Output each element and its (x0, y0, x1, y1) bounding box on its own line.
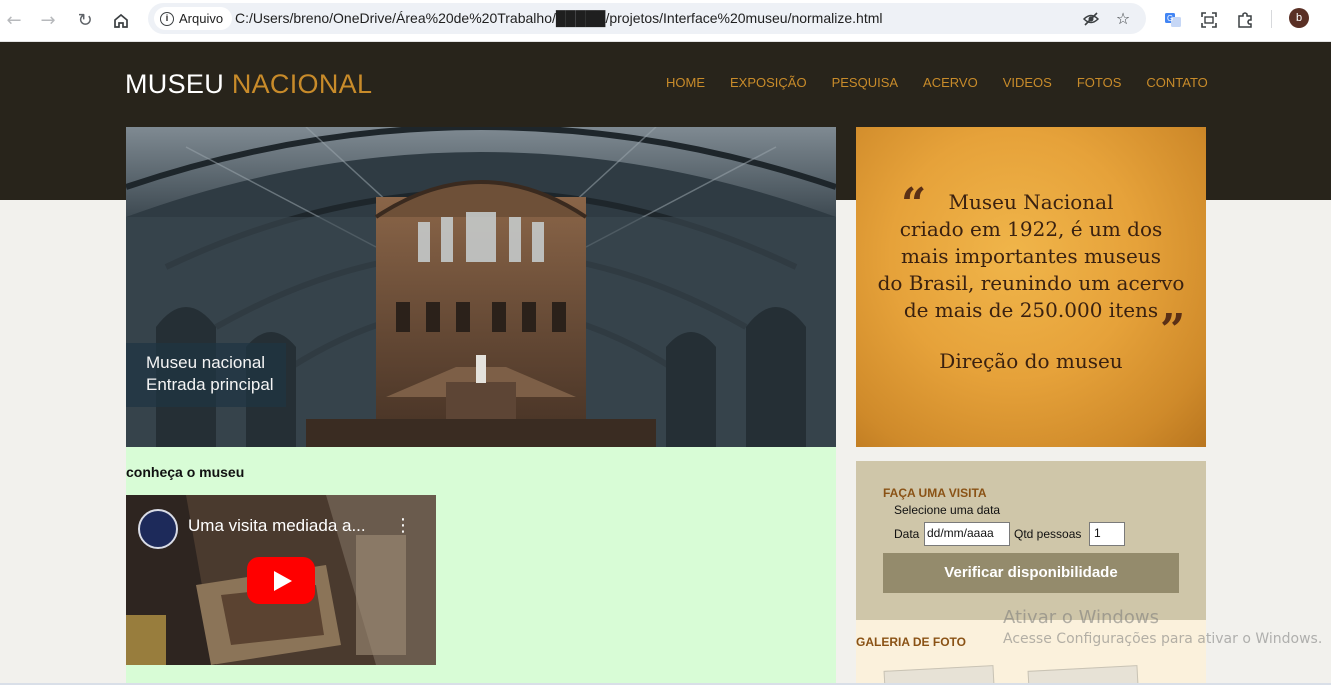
date-input[interactable]: dd/mm/aaaa (924, 522, 1010, 546)
browser-toolbar: ← → ↻ i Arquivo C:/Users/breno/OneDrive/… (0, 0, 1331, 42)
forward-icon[interactable]: → (36, 9, 60, 33)
quote-author: Direção do museu (939, 349, 1123, 373)
logo-part-nacional: NACIONAL (231, 69, 373, 99)
video-title[interactable]: Uma visita mediada a... (188, 516, 366, 536)
hero-caption-line1: Museu nacional (146, 353, 266, 372)
back-icon[interactable]: ← (2, 9, 26, 33)
more-options-icon[interactable]: ⋮ (394, 517, 412, 535)
info-icon: i (160, 11, 174, 26)
quote-line: do Brasil, reunindo um acervo (877, 271, 1185, 295)
quantity-label: Qtd pessoas (1014, 527, 1082, 541)
main-menu: HOME EXPOSIÇÃO PESQUISA ACERVO VIDEOS FO… (666, 75, 1233, 90)
site-info-label: Arquivo (179, 11, 224, 26)
visit-title: FAÇA UMA VISITA (883, 486, 987, 500)
extensions-icon[interactable] (1233, 8, 1257, 32)
site-logo[interactable]: MUSEU NACIONAL (125, 69, 372, 100)
video-embed[interactable]: Uma visita mediada a... ⋮ (126, 495, 436, 665)
menu-acervo[interactable]: ACERVO (923, 75, 978, 90)
translate-icon[interactable]: G (1161, 8, 1185, 32)
svg-text:G: G (1167, 14, 1173, 23)
hero-caption-line2: Entrada principal (146, 375, 274, 394)
watermark-subtitle: Acesse Configurações para ativar o Windo… (1003, 631, 1323, 647)
quote-line: criado em 1922, é um dos (899, 217, 1163, 241)
menu-videos[interactable]: VIDEOS (1003, 75, 1052, 90)
home-icon[interactable] (109, 9, 133, 33)
menu-exposicao[interactable]: EXPOSIÇÃO (730, 75, 807, 90)
menu-contato[interactable]: CONTATO (1146, 75, 1207, 90)
channel-logo[interactable] (138, 509, 178, 549)
quote-line: Museu Nacional (948, 190, 1114, 214)
menu-pesquisa[interactable]: PESQUISA (832, 75, 898, 90)
quote-line: de mais de 250.000 itens (903, 298, 1159, 322)
quote-box: “ Museu Nacional criado em 1922, é um do… (856, 127, 1206, 447)
gallery-title: GALERIA DE FOTO (856, 635, 967, 649)
section-title: conheça o museu (126, 464, 245, 480)
windows-activation-watermark: Ativar o Windows Acesse Configurações pa… (1003, 607, 1322, 647)
logo-part-museu: MUSEU (125, 69, 225, 99)
check-availability-button[interactable]: Verificar disponibilidade (883, 553, 1179, 593)
bookmark-star-icon[interactable]: ☆ (1112, 8, 1134, 30)
screenshot-icon[interactable] (1197, 8, 1221, 32)
menu-fotos[interactable]: FOTOS (1077, 75, 1122, 90)
hero-image: Museu nacional Entrada principal (126, 127, 836, 447)
reload-icon[interactable]: ↻ (73, 9, 97, 33)
toolbar-divider (1271, 10, 1272, 28)
site-info-chip[interactable]: i Arquivo (154, 7, 233, 30)
date-label: Data (894, 527, 920, 541)
visit-form: FAÇA UMA VISITA Selecione uma data Data … (856, 461, 1206, 620)
quote-text: Museu Nacional criado em 1922, é um dos … (856, 189, 1206, 324)
main-content: conheça o museu Uma visita mediada a... … (126, 447, 836, 685)
watermark-title: Ativar o Windows (1003, 607, 1159, 628)
hero-caption: Museu nacional Entrada principal (126, 343, 286, 407)
profile-avatar[interactable]: b (1289, 8, 1309, 28)
address-bar[interactable]: i Arquivo C:/Users/breno/OneDrive/Área%2… (148, 3, 1146, 34)
eye-slash-icon[interactable] (1080, 8, 1102, 30)
url-text[interactable]: C:/Users/breno/OneDrive/Área%20de%20Trab… (235, 10, 882, 26)
select-date-label: Selecione uma data (894, 503, 1001, 517)
quantity-input[interactable]: 1 (1089, 522, 1125, 546)
play-icon (274, 571, 292, 591)
quote-line: mais importantes museus (900, 244, 1162, 268)
menu-home[interactable]: HOME (666, 75, 705, 90)
